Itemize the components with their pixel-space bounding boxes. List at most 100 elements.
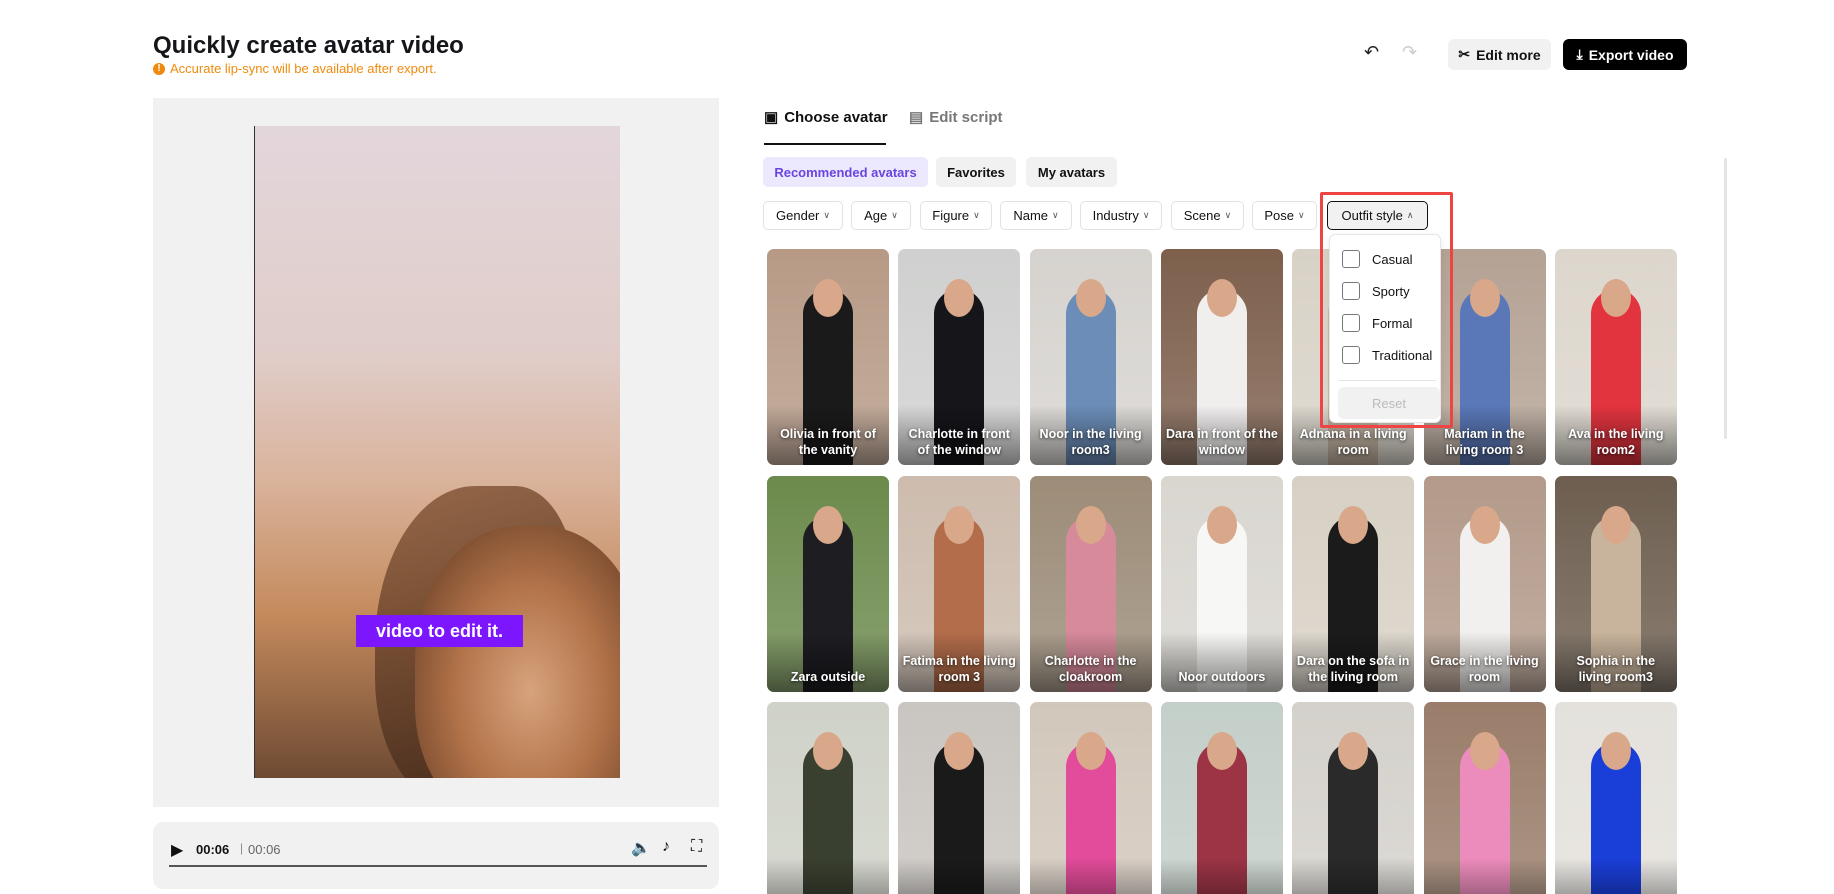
avatar-card[interactable]: Mariam in the: [898, 702, 1021, 894]
chevron-down-icon: ∨: [1224, 210, 1232, 220]
category-favorites[interactable]: Favorites: [936, 157, 1016, 187]
avatar-card[interactable]: Dara on the sofa in the living room: [1292, 475, 1415, 692]
chevron-down-icon: ∨: [973, 210, 980, 220]
video-preview[interactable]: [254, 126, 620, 778]
time-separator: |: [240, 841, 244, 855]
filter-label: Pose: [1264, 208, 1295, 223]
tab-edit-script[interactable]: ▤ Edit script: [909, 108, 1003, 127]
chevron-down-icon: ∨: [1052, 210, 1059, 220]
filter-pose[interactable]: Pose ∨: [1252, 201, 1317, 230]
scrollbar[interactable]: [1724, 158, 1727, 439]
avatar-card[interactable]: Sophia in the living room3: [1554, 475, 1677, 692]
filter-industry[interactable]: Industry ∨: [1080, 201, 1162, 230]
filter-label: Figure: [932, 208, 970, 223]
avatar-name: Ava in the living room2: [1568, 427, 1664, 457]
avatar-card[interactable]: Fatima in the living room 3: [898, 475, 1021, 692]
avatar-card[interactable]: Angelina in front: [767, 702, 889, 894]
label-shade: [1292, 858, 1415, 894]
avatar-name: Olivia in front of the vanity: [780, 427, 876, 457]
chevron-down-icon: ∨: [1142, 210, 1150, 220]
filter-label: Gender: [776, 208, 820, 223]
avatar-card[interactable]: Charlotte on the: [1160, 702, 1283, 894]
avatar-card[interactable]: Fatima in the: [1029, 702, 1152, 894]
tiktok-icon[interactable]: ♪: [662, 838, 670, 856]
avatar-face: [1206, 279, 1237, 317]
filter-label: Industry: [1092, 208, 1139, 223]
caption-overlay[interactable]: video to edit it.: [356, 615, 523, 647]
avatar-name: Charlotte in front of the window: [908, 427, 1010, 457]
avatar-name: Dara on the sofa in the living room: [1296, 653, 1410, 684]
player-controls: ▶ 00:06 | 00:06 🔈 ♪ ⛶: [153, 822, 719, 889]
avatar-card[interactable]: Ava in the living room2: [1554, 249, 1677, 465]
filter-figure[interactable]: Figure ∨: [920, 201, 992, 230]
label-shade: [1160, 858, 1283, 894]
label-shade: [1554, 858, 1677, 894]
avatar-card[interactable]: Zara outside: [767, 475, 889, 692]
avatar-card[interactable]: Charlotte in front of the window: [898, 249, 1021, 465]
volume-icon[interactable]: 🔈: [631, 838, 651, 858]
avatar-face: [1338, 505, 1369, 544]
avatar-card[interactable]: Grace in the living room: [1423, 475, 1546, 692]
play-icon[interactable]: ▶: [171, 840, 183, 860]
avatar-face: [813, 732, 843, 770]
avatar-face: [1075, 505, 1106, 544]
undo-icon[interactable]: ↶: [1364, 42, 1379, 63]
scissors-icon: ✂: [1458, 46, 1471, 62]
avatar-card[interactable]: Noor outdoors: [1160, 475, 1283, 692]
avatar-face: [813, 505, 843, 544]
avatar-card[interactable]: Dara in front of the window: [1160, 249, 1283, 465]
filter-label: Scene: [1183, 208, 1221, 223]
lip-sync-notice: ! Accurate lip-sync will be available aft…: [153, 61, 437, 76]
avatar-name: Adnana in a living room: [1299, 427, 1407, 457]
chevron-down-icon: ∨: [1298, 210, 1305, 220]
avatar-face: [1469, 505, 1500, 544]
avatar-face: [1600, 279, 1631, 317]
chevron-down-icon: ∨: [823, 210, 830, 220]
filter-label: Name: [1013, 208, 1049, 223]
avatar-name: Sophia in the living room3: [1576, 653, 1656, 684]
tab-label: Choose avatar: [784, 108, 888, 126]
label-shade: [1029, 858, 1152, 894]
filter-age[interactable]: Age ∨: [851, 201, 911, 230]
avatar-name: Charlotte in the cloakroom: [1044, 653, 1137, 684]
avatar-name: Dara in front of the window: [1165, 427, 1278, 457]
avatar-card[interactable]: Charlotte in the cloakroom: [1029, 475, 1152, 692]
label-shade: [1423, 858, 1546, 894]
chevron-down-icon: ∨: [891, 210, 898, 220]
label-shade: [767, 858, 889, 894]
category-recommended[interactable]: Recommended avatars: [763, 157, 928, 187]
avatar-card[interactable]: Noor in the living room3: [1029, 249, 1152, 465]
redo-icon[interactable]: ↷: [1402, 42, 1417, 63]
active-tab-indicator: [764, 143, 886, 145]
category-my-avatars[interactable]: My avatars: [1026, 157, 1117, 187]
avatar-name: Grace in the living room: [1430, 653, 1539, 684]
export-video-button[interactable]: ⤓ Export video: [1563, 39, 1687, 70]
tab-choose-avatar[interactable]: ▣ Choose avatar: [764, 108, 888, 127]
filter-scene[interactable]: Scene ∨: [1171, 201, 1244, 230]
avatar-name: Noor outdoors: [1178, 669, 1266, 684]
warning-icon: !: [153, 62, 165, 75]
avatar-card[interactable]: Dara in the: [1423, 702, 1546, 894]
export-label: Export video: [1588, 46, 1674, 63]
avatar-face: [1075, 732, 1106, 770]
avatar-face: [1469, 732, 1500, 770]
total-time: 00:06: [248, 842, 281, 857]
filter-gender[interactable]: Gender ∨: [763, 201, 843, 230]
fullscreen-icon[interactable]: ⛶: [691, 838, 702, 856]
avatar-name: Mariam in the living room 3: [1444, 427, 1525, 457]
avatar-card[interactable]: Noor in the living: [1292, 702, 1415, 894]
avatar-name: Fatima in the living room 3: [902, 653, 1016, 684]
avatar-face: [1469, 279, 1500, 317]
edit-more-button[interactable]: ✂ Edit more: [1448, 39, 1551, 70]
avatar-card[interactable]: Olivia in front of the vanity: [767, 249, 889, 465]
progress-bar[interactable]: [169, 865, 707, 867]
label-shade: [898, 858, 1021, 894]
avatar-icon: ▣: [764, 109, 779, 126]
highlight-box: [1320, 192, 1453, 428]
filter-label: Age: [864, 208, 888, 223]
filter-name[interactable]: Name ∨: [1000, 201, 1072, 230]
avatar-card[interactable]: Julia on the sofa: [1554, 702, 1677, 894]
avatar-face: [1600, 505, 1631, 544]
current-time: 00:06: [196, 842, 230, 857]
avatar-face: [1206, 732, 1237, 770]
